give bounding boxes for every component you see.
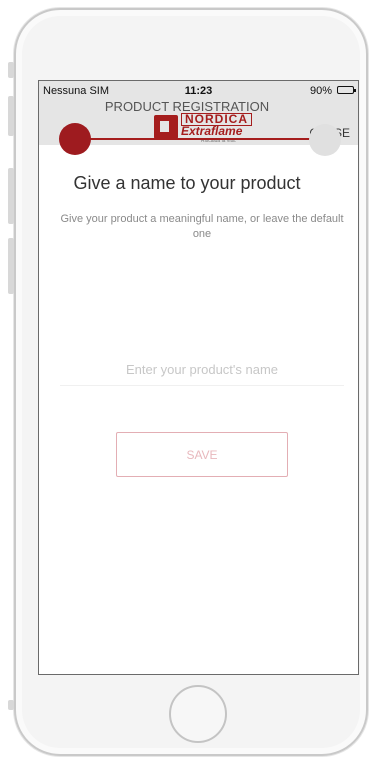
page-heading: Give a name to your product [73,173,301,193]
logo-mark-icon [154,115,178,139]
page-description: Give your product a meaningful name, or … [60,213,344,240]
step-indicator-inactive [309,124,341,156]
step-title: PRODUCT REGISTRATION [104,99,270,114]
save-button[interactable]: SAVE [116,432,288,477]
volume-down-button [8,238,14,294]
step-indicator-active [59,123,91,155]
battery-percent: 90% [309,85,332,97]
home-button[interactable] [169,685,227,743]
battery-icon [337,86,356,94]
side-button [8,62,14,78]
brand-logo: NORDICA Extraflame Riscalda la vita. [154,113,254,145]
stepper-progress-line [60,138,316,140]
status-bar: Nessuna SIM 11:23 90% [39,81,358,101]
side-button [8,700,14,710]
logo-sub-text: Extraflame [181,124,243,138]
product-name-input[interactable] [60,353,344,386]
